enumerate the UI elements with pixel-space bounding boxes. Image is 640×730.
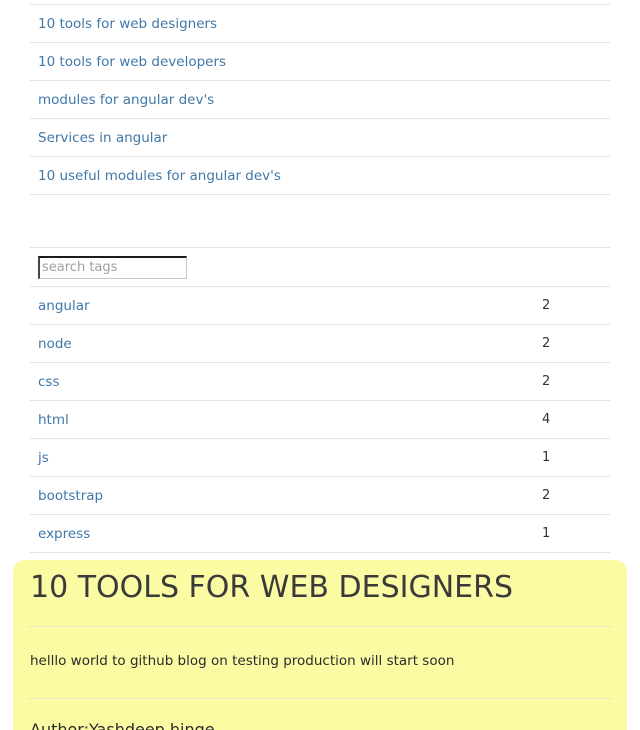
tag-row[interactable]: html 4 — [30, 400, 610, 439]
tag-link[interactable]: express — [38, 526, 90, 542]
tags-table-body: angular 2 node 2 css 2 html 4 js 1 — [30, 247, 610, 553]
post-link[interactable]: 10 tools for web developers — [38, 54, 226, 70]
post-row[interactable]: 10 tools for web developers — [30, 42, 610, 81]
tag-link[interactable]: angular — [38, 298, 90, 314]
tag-name-cell: js — [30, 438, 542, 477]
post-cell: Services in angular — [30, 118, 610, 157]
tag-row[interactable]: js 1 — [30, 438, 610, 477]
tags-search-cell — [30, 247, 610, 287]
tag-name-cell: bootstrap — [30, 476, 542, 515]
tag-row[interactable]: angular 2 — [30, 286, 610, 325]
post-detail-title: 10 tools for web designers — [30, 570, 514, 605]
tag-count: 2 — [542, 324, 610, 363]
tag-name-cell: express — [30, 514, 542, 553]
tag-name-cell: html — [30, 400, 542, 439]
tag-name-cell: node — [30, 324, 542, 363]
post-detail-card: 10 tools for web designers helllo world … — [13, 560, 627, 730]
post-link[interactable]: 10 tools for web designers — [38, 16, 217, 32]
tag-link[interactable]: css — [38, 374, 60, 390]
tag-count: 1 — [542, 514, 610, 553]
tag-row[interactable]: express 1 — [30, 514, 610, 553]
posts-table: 10 tools for web designers 10 tools for … — [30, 0, 610, 195]
post-row[interactable]: modules for angular dev's — [30, 80, 610, 119]
post-link[interactable]: 10 useful modules for angular dev's — [38, 168, 281, 184]
post-detail-body: helllo world to github blog on testing p… — [30, 652, 455, 669]
posts-table-body: 10 tools for web designers 10 tools for … — [30, 0, 610, 195]
tag-name-cell: css — [30, 362, 542, 401]
post-link[interactable]: Services in angular — [38, 130, 167, 146]
tag-count: 4 — [542, 400, 610, 439]
post-cell: 10 tools for web developers — [30, 42, 610, 81]
tag-count: 2 — [542, 286, 610, 325]
post-row[interactable]: 10 tools for web designers — [30, 4, 610, 43]
post-row[interactable]: 10 useful modules for angular dev's — [30, 156, 610, 195]
tag-link[interactable]: html — [38, 412, 69, 428]
tag-link[interactable]: node — [38, 336, 72, 352]
tag-count: 1 — [542, 438, 610, 477]
tags-table: angular 2 node 2 css 2 html 4 js 1 — [30, 247, 610, 553]
tag-row[interactable]: css 2 — [30, 362, 610, 401]
post-link[interactable]: modules for angular dev's — [38, 92, 214, 108]
tag-count: 2 — [542, 362, 610, 401]
post-cell: modules for angular dev's — [30, 80, 610, 119]
post-cell: 10 tools for web designers — [30, 4, 610, 43]
post-row[interactable]: Services in angular — [30, 118, 610, 157]
tag-link[interactable]: js — [38, 450, 49, 466]
tag-row[interactable]: bootstrap 2 — [30, 476, 610, 515]
tag-row[interactable]: node 2 — [30, 324, 610, 363]
tag-count: 2 — [542, 476, 610, 515]
search-tags-input[interactable] — [38, 255, 187, 279]
tag-link[interactable]: bootstrap — [38, 488, 103, 504]
post-cell: 10 useful modules for angular dev's — [30, 156, 610, 195]
tags-search-row — [30, 247, 610, 287]
post-detail-author: Author:Yashdeep hinge — [30, 720, 215, 730]
tag-name-cell: angular — [30, 286, 542, 325]
